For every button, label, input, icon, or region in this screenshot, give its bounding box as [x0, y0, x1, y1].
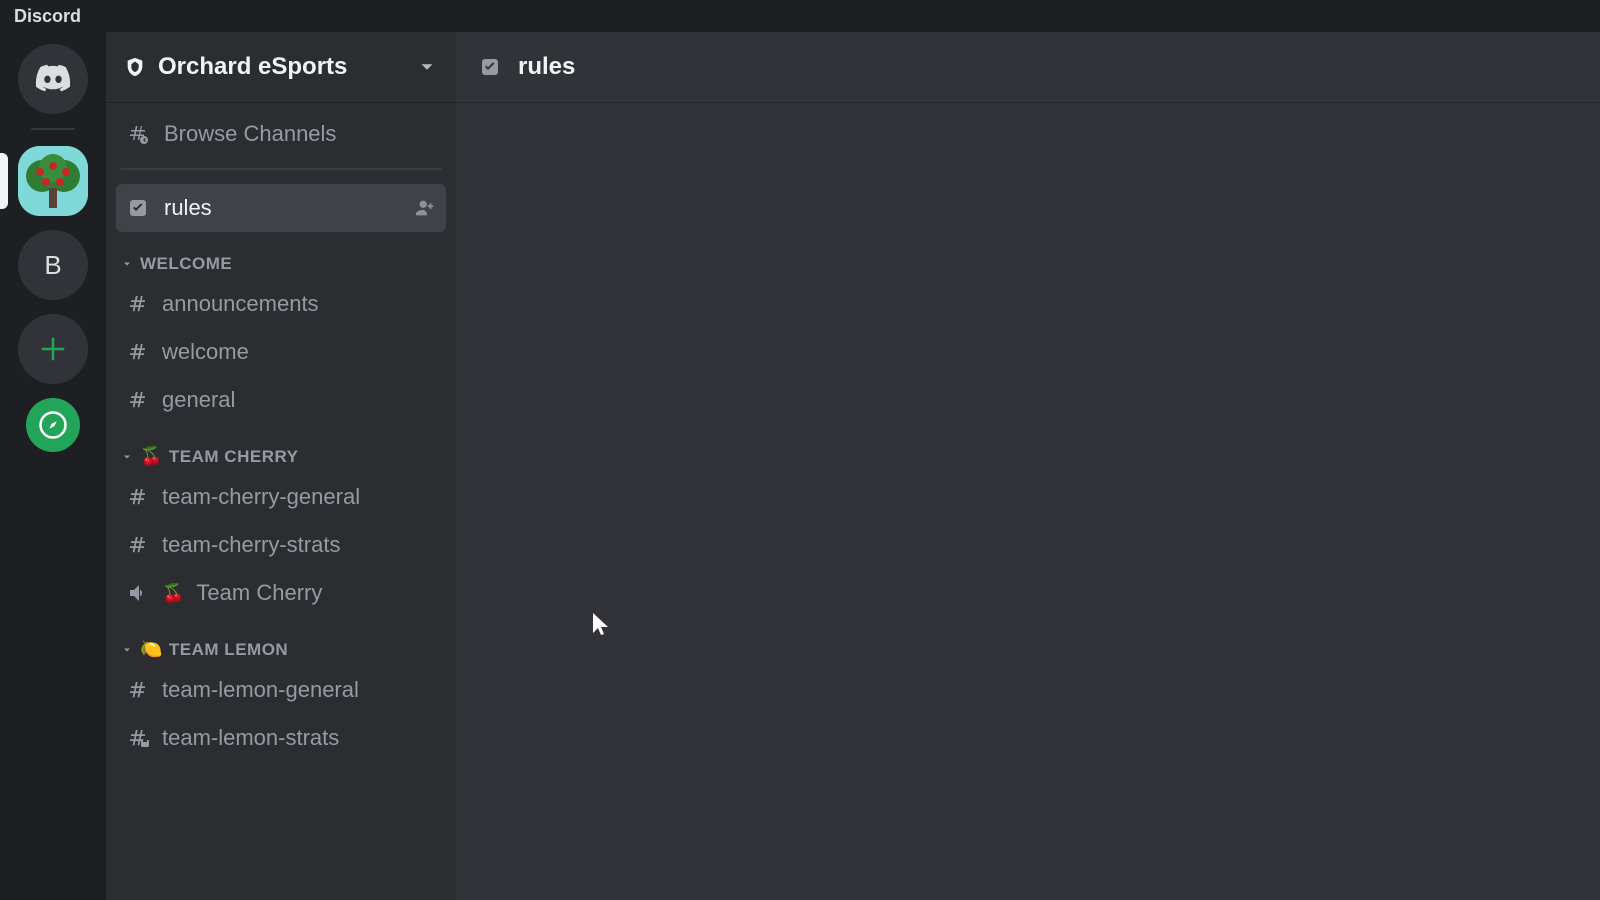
channel-rules[interactable]: rules: [116, 184, 446, 232]
compass-icon: [38, 410, 68, 440]
sidebar-divider: [120, 168, 442, 170]
speaker-icon: [126, 581, 150, 605]
channel-welcome[interactable]: welcome: [116, 328, 446, 376]
rail-divider: [31, 128, 75, 130]
chevron-down-icon: [120, 644, 134, 656]
cherry-emoji-icon: 🍒: [140, 446, 163, 467]
channel-label: announcements: [162, 291, 319, 317]
channel-sidebar: Orchard eSports Browse Channels rules: [106, 32, 456, 900]
cherry-emoji-icon: 🍒: [162, 583, 184, 604]
hash-icon: [126, 340, 150, 364]
titlebar: Discord: [0, 0, 1600, 32]
browse-channels[interactable]: Browse Channels: [116, 110, 446, 158]
server-rail: B: [0, 32, 106, 900]
chevron-down-icon: [416, 56, 438, 78]
chevron-down-icon: [120, 451, 134, 463]
channel-label: team-lemon-general: [162, 677, 359, 703]
chat-body[interactable]: [456, 102, 1600, 900]
discord-logo-icon: [34, 60, 72, 98]
browse-label: Browse Channels: [164, 121, 336, 147]
add-server-button[interactable]: [18, 314, 88, 384]
server-selected-pill: [0, 153, 8, 209]
chat-header: rules: [456, 32, 1600, 102]
explore-servers-button[interactable]: [26, 398, 80, 452]
browse-icon: [126, 122, 150, 146]
channel-label: team-cherry-strats: [162, 532, 340, 558]
hash-icon: [126, 678, 150, 702]
chat-title: rules: [518, 53, 575, 81]
cursor-icon: [592, 612, 612, 638]
channel-label: general: [162, 387, 235, 413]
category-team-lemon[interactable]: 🍋 TEAM LEMON: [116, 617, 446, 666]
app-name: Discord: [14, 6, 81, 27]
app-frame: B Orchard eSports Browse Channel: [0, 32, 1600, 900]
rules-icon: [478, 55, 502, 79]
invite-icon[interactable]: [414, 197, 436, 219]
channel-announcements[interactable]: announcements: [116, 280, 446, 328]
channel-label: team-cherry-general: [162, 484, 360, 510]
rules-icon: [126, 196, 150, 220]
channel-label: Team Cherry: [196, 580, 322, 606]
server-icon-orchard[interactable]: [18, 146, 88, 216]
channel-general[interactable]: general: [116, 376, 446, 424]
channel-team-cherry-strats[interactable]: team-cherry-strats: [116, 521, 446, 569]
home-button[interactable]: [18, 44, 88, 114]
dm-avatar[interactable]: B: [18, 230, 88, 300]
hash-icon: [126, 533, 150, 557]
hash-icon: [126, 485, 150, 509]
channel-label: welcome: [162, 339, 249, 365]
channel-team-cherry-general[interactable]: team-cherry-general: [116, 473, 446, 521]
voice-channel-team-cherry[interactable]: 🍒 Team Cherry: [116, 569, 446, 617]
category-team-cherry[interactable]: 🍒 TEAM CHERRY: [116, 424, 446, 473]
hash-lock-icon: [126, 726, 150, 750]
category-label: TEAM LEMON: [169, 640, 288, 660]
category-label: TEAM CHERRY: [169, 447, 299, 467]
channel-label: rules: [164, 195, 212, 221]
channel-label: team-lemon-strats: [162, 725, 339, 751]
chat-pane: rules: [456, 32, 1600, 900]
category-welcome[interactable]: WELCOME: [116, 232, 446, 280]
category-label: WELCOME: [140, 254, 232, 274]
dm-initial: B: [44, 250, 61, 281]
channel-list: Browse Channels rules WELCOME announceme…: [106, 102, 456, 762]
server-header[interactable]: Orchard eSports: [106, 32, 456, 102]
hash-icon: [126, 388, 150, 412]
channel-team-lemon-general[interactable]: team-lemon-general: [116, 666, 446, 714]
channel-team-lemon-strats[interactable]: team-lemon-strats: [116, 714, 446, 762]
lemon-emoji-icon: 🍋: [140, 639, 163, 660]
tree-icon: [18, 146, 88, 216]
chevron-down-icon: [120, 258, 134, 270]
server-name: Orchard eSports: [158, 53, 404, 81]
plus-icon: [38, 334, 68, 364]
server-badge-icon: [124, 56, 146, 78]
hash-icon: [126, 292, 150, 316]
